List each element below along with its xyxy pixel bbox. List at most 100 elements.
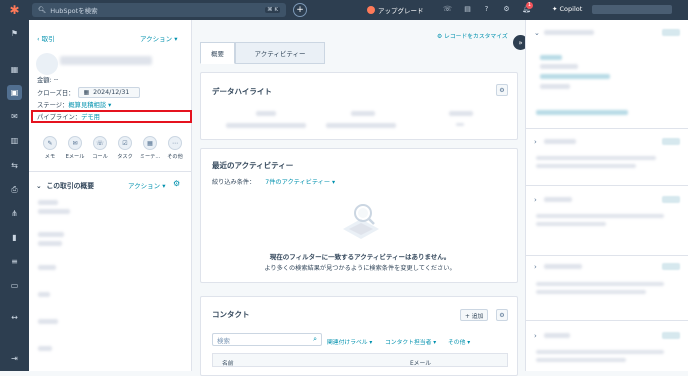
account-menu-avatar[interactable] — [592, 5, 672, 14]
right-section-title-redacted — [544, 30, 594, 35]
right-section-desc-redacted — [536, 282, 664, 286]
library-folder-icon[interactable]: ▭ — [7, 278, 22, 293]
content-icon[interactable]: ▥ — [7, 133, 22, 148]
contact-search-input[interactable]: 検索 ⌕ — [212, 333, 322, 346]
back-to-deals-link[interactable]: ‹ 取引 — [37, 33, 55, 43]
highlights-settings-icon[interactable]: ⚙ — [496, 84, 508, 96]
commerce-icon[interactable]: ⎙ — [7, 182, 22, 197]
upgrade-icon — [367, 6, 375, 14]
view-associated-link-redacted[interactable] — [536, 110, 628, 115]
help-icon[interactable]: ? — [482, 5, 491, 14]
right-section-title-redacted — [544, 264, 582, 269]
upgrade-button[interactable]: アップグレード — [367, 5, 424, 15]
global-search-input[interactable]: 🔍︎ HubSpotを検索 ⌘ K — [32, 3, 286, 17]
right-section-divider — [526, 320, 688, 321]
right-section-add-redacted[interactable] — [662, 263, 680, 270]
email-action-label: Eメール — [65, 154, 85, 160]
right-section-toggle[interactable]: ⌄ — [534, 29, 540, 37]
phone-icon[interactable]: ☏ — [443, 5, 452, 14]
right-section-add-redacted[interactable] — [662, 196, 680, 203]
stage-dropdown[interactable]: 概算見積相談 ▾ — [68, 100, 111, 109]
right-section-desc-redacted — [536, 214, 664, 218]
pipeline-highlight-box — [31, 110, 192, 123]
upgrade-label: アップグレード — [378, 7, 424, 15]
contacts-settings-icon[interactable]: ⚙ — [496, 309, 508, 321]
highlight-value-redacted — [326, 123, 396, 128]
calendar-icon: ▦ — [83, 89, 90, 96]
summary-value-redacted — [38, 209, 70, 214]
right-section-add-redacted[interactable] — [662, 332, 680, 339]
meeting-action[interactable]: ▦ ミーテ... — [140, 136, 160, 160]
record-actions-dropdown[interactable]: アクション ▾ — [140, 33, 178, 43]
tab-activities[interactable]: アクティビティー — [235, 42, 325, 64]
summary-actions-dropdown[interactable]: アクション ▾ — [128, 180, 166, 190]
close-date-field[interactable]: ▦ 2024/12/31 — [78, 87, 141, 98]
activity-filter-dropdown[interactable]: 7件のアクティビティー ▾ — [265, 179, 335, 186]
bookmark-icon[interactable]: ⚑ — [7, 26, 22, 41]
marketplace-icon[interactable]: ▤ — [463, 5, 472, 14]
search-icon: 🔍︎ — [38, 6, 47, 14]
empty-search-illustration — [343, 204, 379, 239]
right-section-desc-redacted — [536, 358, 626, 362]
right-section-desc-redacted — [536, 350, 664, 354]
associated-record-link-redacted[interactable] — [540, 55, 562, 60]
associated-record-link-redacted[interactable] — [540, 74, 610, 79]
association-label-filter[interactable]: 関連付けラベル ▾ — [327, 337, 372, 346]
contacts-table-header: 名前 Eメール — [212, 353, 508, 367]
highlight-label-redacted — [449, 111, 473, 116]
create-new-button[interactable]: + — [293, 3, 307, 17]
collapse-divider-icon[interactable]: ↔ — [7, 310, 22, 325]
right-section-desc-redacted — [536, 156, 656, 160]
data-management-icon[interactable]: ≡ — [7, 254, 22, 269]
hubspot-logo-icon[interactable]: ✱ — [0, 0, 29, 20]
right-section-toggle[interactable]: › — [534, 263, 537, 271]
summary-section-toggle[interactable]: ⌄ この取引の概要 — [36, 180, 94, 190]
call-action[interactable]: ☏ コール — [90, 136, 110, 160]
summary-title: この取引の概要 — [46, 182, 95, 190]
data-highlights-title: データハイライト — [212, 87, 272, 96]
email-action[interactable]: ✉ Eメール — [65, 136, 85, 160]
actions-label: アクション — [140, 35, 173, 43]
note-icon: ✎ — [43, 136, 57, 150]
automation-icon[interactable]: ⋔ — [7, 206, 22, 221]
add-contact-button[interactable]: + 追加 — [460, 309, 489, 321]
right-section-toggle[interactable]: › — [534, 332, 537, 340]
right-section-add-redacted[interactable] — [662, 138, 680, 145]
right-section-desc-redacted — [536, 222, 606, 226]
more-filters[interactable]: その他 ▾ — [448, 337, 470, 346]
workspaces-grid-icon[interactable]: ▦ — [7, 62, 22, 77]
task-icon: ☑ — [118, 136, 132, 150]
left-navigation-rail: ⚑ ▦ ▣ ✉ ▥ ⇆ ⎙ ⋔ ▮ ≡ ▭ ↔ ⇥ — [0, 20, 29, 371]
contact-owner-filter[interactable]: コンタクト担当者 ▾ — [385, 337, 436, 346]
customize-record-link[interactable]: ⚙ レコードをカスタマイズ — [437, 31, 508, 40]
right-section-add-redacted[interactable] — [662, 29, 680, 36]
expand-nav-icon[interactable]: ⇥ — [7, 351, 22, 366]
close-date-label: クローズ日： — [37, 90, 75, 97]
task-action[interactable]: ☑ タスク — [115, 136, 135, 160]
more-action[interactable]: ⋯ その他 — [165, 136, 185, 160]
summary-actions-label: アクション — [128, 182, 161, 190]
copilot-button[interactable]: ✦ Copilot — [552, 5, 582, 13]
more-filters-label: その他 — [448, 340, 466, 346]
right-section-desc-redacted — [536, 290, 646, 294]
sales-icon[interactable]: ⇆ — [7, 158, 22, 173]
tab-overview[interactable]: 概要 — [200, 42, 235, 64]
right-section-title-redacted — [544, 139, 576, 144]
reporting-icon[interactable]: ▮ — [7, 230, 22, 245]
column-header-email[interactable]: Eメール — [410, 358, 431, 367]
close-date-property: クローズ日： ▦ 2024/12/31 — [37, 87, 141, 98]
summary-settings-gear-icon[interactable]: ⚙ — [173, 179, 180, 188]
right-section-toggle[interactable]: › — [534, 196, 537, 204]
amount-value[interactable]: -- — [54, 76, 59, 83]
note-action[interactable]: ✎ メモ — [40, 136, 60, 160]
marketing-megaphone-icon[interactable]: ✉ — [7, 109, 22, 124]
settings-gear-icon[interactable]: ⚙ — [502, 5, 511, 14]
crm-contacts-icon[interactable]: ▣ — [7, 85, 22, 100]
right-section-toggle[interactable]: › — [534, 138, 537, 146]
search-shortcut-hint: ⌘ K — [265, 7, 280, 13]
column-header-name[interactable]: 名前 — [222, 358, 234, 367]
stage-property: ステージ： 概算見積相談 ▾ — [37, 100, 111, 109]
highlight-value-redacted — [226, 123, 306, 128]
right-section-desc-redacted — [536, 164, 636, 168]
deal-name-redacted — [60, 56, 152, 65]
